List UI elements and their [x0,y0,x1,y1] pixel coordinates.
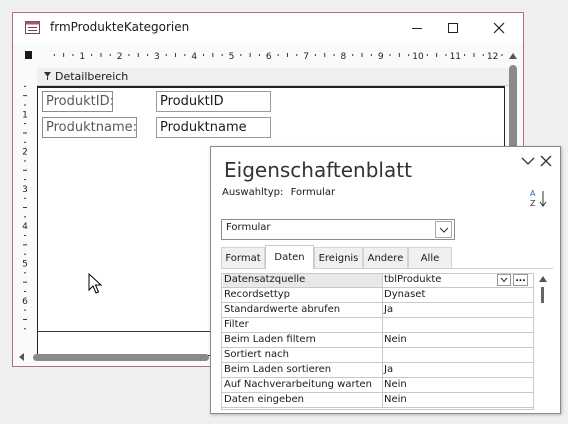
tab-format[interactable]: Format [221,247,265,268]
property-row-datensatzquelle[interactable]: Datensatzquelle tblProdukte ... [221,273,533,288]
selection-type-value: Formular [290,187,336,198]
property-value[interactable]: Nein [383,378,532,392]
form-titlebar[interactable]: frmProdukteKategorien [13,13,523,43]
label-produktid[interactable]: ProduktID: [42,91,114,112]
form-icon [25,21,40,34]
ruler-number: 5 [229,52,235,62]
property-name: Daten eingeben [223,393,383,407]
collapse-panel-button[interactable] [520,153,536,169]
property-grid-scrollbar[interactable] [537,273,549,410]
property-dropdown-button[interactable] [497,274,511,286]
scroll-up-arrow-icon [509,53,517,59]
property-value[interactable] [383,348,532,362]
property-value[interactable]: Ja [383,303,532,317]
horizontal-ruler[interactable]: 1 2 3 4 5 6 7 8 9 10 11 12 [37,48,509,62]
ruler-number: 2 [117,52,123,62]
chevron-down-icon [439,227,448,233]
property-name: Beim Laden sortieren [223,363,383,377]
ruler-number: 4 [22,222,28,232]
ruler-number: 3 [22,185,28,195]
vertical-ruler[interactable]: 1 2 3 4 5 6 [18,73,32,363]
scroll-thumb [541,287,544,303]
chevron-down-icon [521,157,535,165]
property-sheet-title: Eigenschaftenblatt [224,158,412,182]
close-window-button[interactable] [479,15,519,41]
ruler-number: 9 [378,52,384,62]
section-collapse-icon [44,72,51,80]
property-name: Sortiert nach [223,348,383,362]
selection-type-label: Auswahltyp: [222,187,284,198]
detail-section-header[interactable]: Detailbereich [37,68,509,86]
object-selector-dropdown[interactable]: Formular [221,219,455,240]
scroll-left-arrow-icon [19,353,24,361]
property-row-recordsettyp[interactable]: Recordsettyp Dynaset [221,288,533,303]
object-selector-dropdown-button[interactable] [435,221,452,238]
close-icon [493,22,505,34]
selection-type-line: Auswahltyp: Formular [222,187,335,198]
minimize-icon [412,28,422,29]
ruler-number: 6 [266,52,272,62]
ruler-number: 12 [487,52,498,62]
tab-andere[interactable]: Andere [363,247,408,268]
scroll-up-arrow-icon [539,276,547,282]
maximize-icon [448,23,458,33]
property-row-auf-nachverarbeitung-warten[interactable]: Auf Nachverarbeitung warten Nein [221,378,533,393]
textbox-produktid[interactable]: ProduktID [156,91,271,112]
property-row-beim-laden-filtern[interactable]: Beim Laden filtern Nein [221,333,533,348]
property-row-sortiert-nach[interactable]: Sortiert nach [221,348,533,363]
tab-ereignis[interactable]: Ereignis [314,247,363,268]
property-value[interactable]: Dynaset [383,288,532,302]
svg-text:Z: Z [530,199,536,208]
property-row-filter[interactable]: Filter [221,318,533,333]
ruler-number: 11 [450,52,461,62]
ruler-number: 6 [22,297,28,307]
property-name: Filter [223,318,383,332]
textbox-produktname[interactable]: Produktname [156,117,271,138]
ruler-number: 5 [22,260,28,270]
property-row-daten-eingeben[interactable]: Daten eingeben Nein [221,393,533,408]
maximize-button[interactable] [433,15,473,41]
ruler-number: 3 [154,52,160,62]
property-name: Recordsettyp [223,288,383,302]
scroll-thumb [33,354,209,361]
property-sheet-panel[interactable]: Eigenschaftenblatt Auswahltyp: Formular … [210,146,561,414]
ruler-number: 1 [22,110,28,120]
svg-text:A: A [530,189,536,198]
property-name: Auf Nachverarbeitung warten [223,378,383,392]
object-selector-value: Formular [226,222,271,233]
ruler-number: 4 [191,52,197,62]
close-panel-button[interactable] [538,153,554,169]
property-value[interactable] [383,318,532,332]
detail-section-label: Detailbereich [55,70,129,83]
horizontal-scrollbar[interactable] [13,351,209,363]
ruler-number: 10 [412,52,424,62]
property-value[interactable]: Nein [383,393,532,407]
label-produktname[interactable]: Produktname: [42,117,137,138]
close-icon [540,155,552,167]
ruler-number: 2 [22,148,28,158]
property-tabs: Format Daten Ereignis Andere Alle [221,245,553,269]
tab-daten[interactable]: Daten [265,245,314,269]
ruler-number: 1 [79,52,85,62]
mouse-pointer-icon [88,273,102,294]
property-row-standardwerte-abrufen[interactable]: Standardwerte abrufen Ja [221,303,533,318]
property-value[interactable]: Ja [383,363,532,377]
property-name: Beim Laden filtern [223,333,383,347]
sort-az-icon[interactable]: A Z [529,187,549,209]
ruler-corner-selector[interactable] [25,51,32,59]
tab-alle[interactable]: Alle [408,247,452,268]
property-row-beim-laden-sortieren[interactable]: Beim Laden sortieren Ja [221,363,533,378]
property-name: Datensatzquelle [223,273,383,287]
ruler-number: 8 [341,52,347,62]
property-grid[interactable]: Datensatzquelle tblProdukte ... Recordse… [221,273,536,410]
property-name: Standardwerte abrufen [223,303,383,317]
ruler-number: 7 [303,52,309,62]
chevron-down-icon [500,277,508,283]
minimize-button[interactable] [397,15,437,41]
form-window-title: frmProdukteKategorien [50,20,190,34]
property-value[interactable]: Nein [383,333,532,347]
build-button[interactable]: ... [513,274,528,286]
